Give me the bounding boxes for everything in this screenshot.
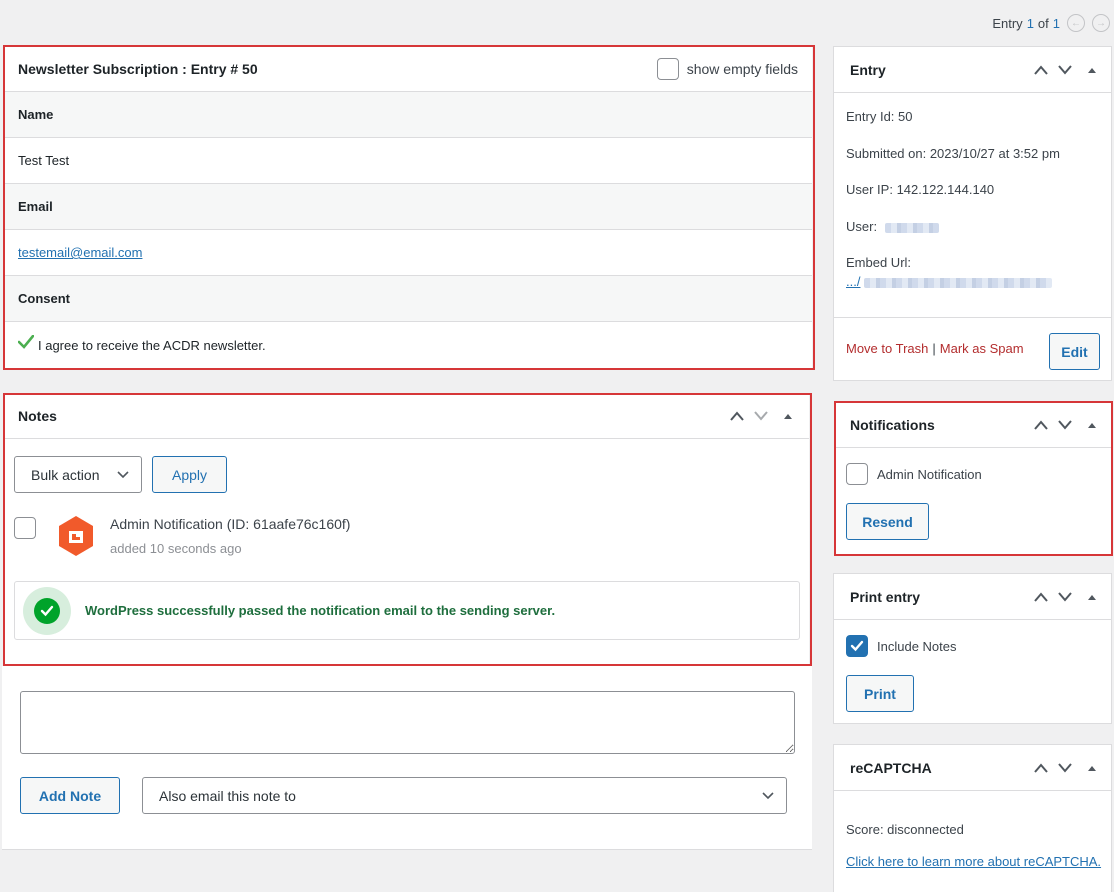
- redacted-embed-url: [864, 277, 1053, 288]
- email-note-select[interactable]: Also email this note to: [142, 777, 787, 814]
- field-label-text: Consent: [18, 291, 70, 306]
- collapse-icon[interactable]: [1085, 763, 1099, 773]
- success-notice: WordPress successfully passed the notifi…: [14, 581, 800, 640]
- move-down-icon[interactable]: [1057, 420, 1073, 430]
- user-label: User:: [846, 219, 878, 234]
- notifications-panel: Notifications Admin Notification Resend: [836, 403, 1111, 554]
- field-label-text: Email: [18, 199, 53, 214]
- print-button[interactable]: Print: [846, 675, 914, 712]
- apply-button[interactable]: Apply: [152, 456, 227, 493]
- embed-url-row[interactable]: .../: [834, 274, 1064, 289]
- bulk-action-select[interactable]: Bulk action: [14, 456, 142, 493]
- entry-title: Newsletter Subscription : Entry # 50: [18, 60, 258, 77]
- show-empty-checkbox[interactable]: [656, 57, 679, 80]
- move-up-icon[interactable]: [729, 411, 745, 421]
- submitted-on: Submitted on: 2023/10/27 at 3:52 pm: [846, 146, 1060, 161]
- print-entry-title: Print entry: [850, 588, 921, 605]
- add-note-panel: Add Note Also email this note to: [2, 666, 812, 850]
- success-message: WordPress successfully passed the notifi…: [85, 603, 556, 618]
- note-time: added 10 seconds ago: [110, 541, 242, 556]
- entry-sidebar-panel: Entry Entry Id: 50 Submitted on: 2023/10…: [833, 46, 1112, 381]
- embed-url-link[interactable]: .../: [846, 274, 860, 289]
- link-separator: |: [932, 341, 936, 356]
- notes-title: Notes: [18, 408, 57, 424]
- bulk-action-label: Bulk action: [31, 466, 100, 483]
- admin-notification-label: Admin Notification: [877, 467, 982, 482]
- move-down-icon[interactable]: [753, 411, 769, 421]
- email-link[interactable]: testemail@email.com: [18, 245, 142, 260]
- collapse-icon[interactable]: [781, 411, 795, 421]
- edit-button[interactable]: Edit: [1049, 333, 1100, 370]
- field-value-name: Test Test: [4, 138, 812, 184]
- recaptcha-learn-more-link[interactable]: Click here to learn more about reCAPTCHA…: [846, 854, 1101, 869]
- next-entry-icon[interactable]: →: [1092, 14, 1110, 32]
- add-note-button[interactable]: Add Note: [20, 777, 120, 814]
- note-select-checkbox[interactable]: [14, 517, 36, 539]
- field-label-text: Name: [18, 107, 54, 122]
- field-label-consent: Consent: [4, 276, 812, 322]
- include-notes-checkbox[interactable]: [846, 635, 868, 657]
- recaptcha-panel: reCAPTCHA Score: disconnected Click here…: [833, 744, 1112, 892]
- recaptcha-score: Score: disconnected: [846, 822, 964, 837]
- field-label-name: Name: [4, 92, 812, 138]
- move-down-icon[interactable]: [1057, 64, 1073, 75]
- entry-pager: Entry 1 of 1 ← →: [992, 14, 1110, 32]
- user-row: User:: [834, 219, 951, 234]
- entry-id: Entry Id: 50: [846, 109, 913, 124]
- field-value-text: Test Test: [18, 153, 70, 168]
- field-value-email: testemail@email.com: [4, 230, 812, 276]
- notes-panel: Notes Bulk action Apply Admin Notificati…: [4, 394, 809, 664]
- include-notes-label: Include Notes: [877, 639, 957, 654]
- gravity-forms-logo-icon: [59, 516, 93, 556]
- chevron-down-icon: [117, 470, 129, 478]
- field-label-email: Email: [4, 184, 812, 230]
- redacted-user: [884, 222, 939, 233]
- note-textarea[interactable]: [20, 691, 795, 754]
- collapse-icon[interactable]: [1085, 65, 1099, 75]
- admin-notification-checkbox[interactable]: [846, 463, 868, 485]
- entry-detail-panel: Newsletter Subscription : Entry # 50 sho…: [4, 46, 812, 368]
- move-up-icon[interactable]: [1033, 420, 1049, 430]
- checkmark-icon: [850, 640, 864, 652]
- move-down-icon[interactable]: [1057, 591, 1073, 602]
- collapse-icon[interactable]: [1085, 592, 1099, 602]
- move-up-icon[interactable]: [1033, 591, 1049, 602]
- collapse-icon[interactable]: [1085, 420, 1099, 430]
- recaptcha-title: reCAPTCHA: [850, 759, 932, 776]
- pager-total: 1: [1052, 15, 1060, 31]
- user-ip: User IP: 142.122.144.140: [846, 182, 995, 197]
- move-to-trash-link[interactable]: Move to Trash: [846, 341, 928, 356]
- move-up-icon[interactable]: [1033, 762, 1049, 773]
- move-down-icon[interactable]: [1057, 762, 1073, 773]
- pager-of: of: [1037, 15, 1049, 31]
- prev-entry-icon[interactable]: ←: [1067, 14, 1085, 32]
- success-check-icon: [23, 586, 71, 635]
- print-entry-panel: Print entry Include Notes Print: [833, 573, 1112, 724]
- field-value-consent: I agree to receive the ACDR newsletter.: [4, 322, 812, 368]
- checkmark-icon: [18, 335, 34, 349]
- mark-as-spam-link[interactable]: Mark as Spam: [940, 341, 1024, 356]
- chevron-down-icon: [762, 791, 774, 799]
- email-note-label: Also email this note to: [159, 787, 296, 804]
- move-up-icon[interactable]: [1033, 64, 1049, 75]
- show-empty-label: show empty fields: [686, 60, 798, 77]
- note-title: Admin Notification (ID: 61aafe76c160f): [110, 516, 351, 532]
- notifications-title: Notifications: [850, 417, 935, 433]
- consent-text: I agree to receive the ACDR newsletter.: [38, 337, 266, 353]
- pager-current: 1: [1026, 15, 1034, 31]
- entry-sidebar-title: Entry: [850, 61, 886, 78]
- resend-button[interactable]: Resend: [846, 503, 929, 540]
- embed-url-label: Embed Url:: [846, 255, 912, 270]
- pager-prefix: Entry: [992, 15, 1023, 31]
